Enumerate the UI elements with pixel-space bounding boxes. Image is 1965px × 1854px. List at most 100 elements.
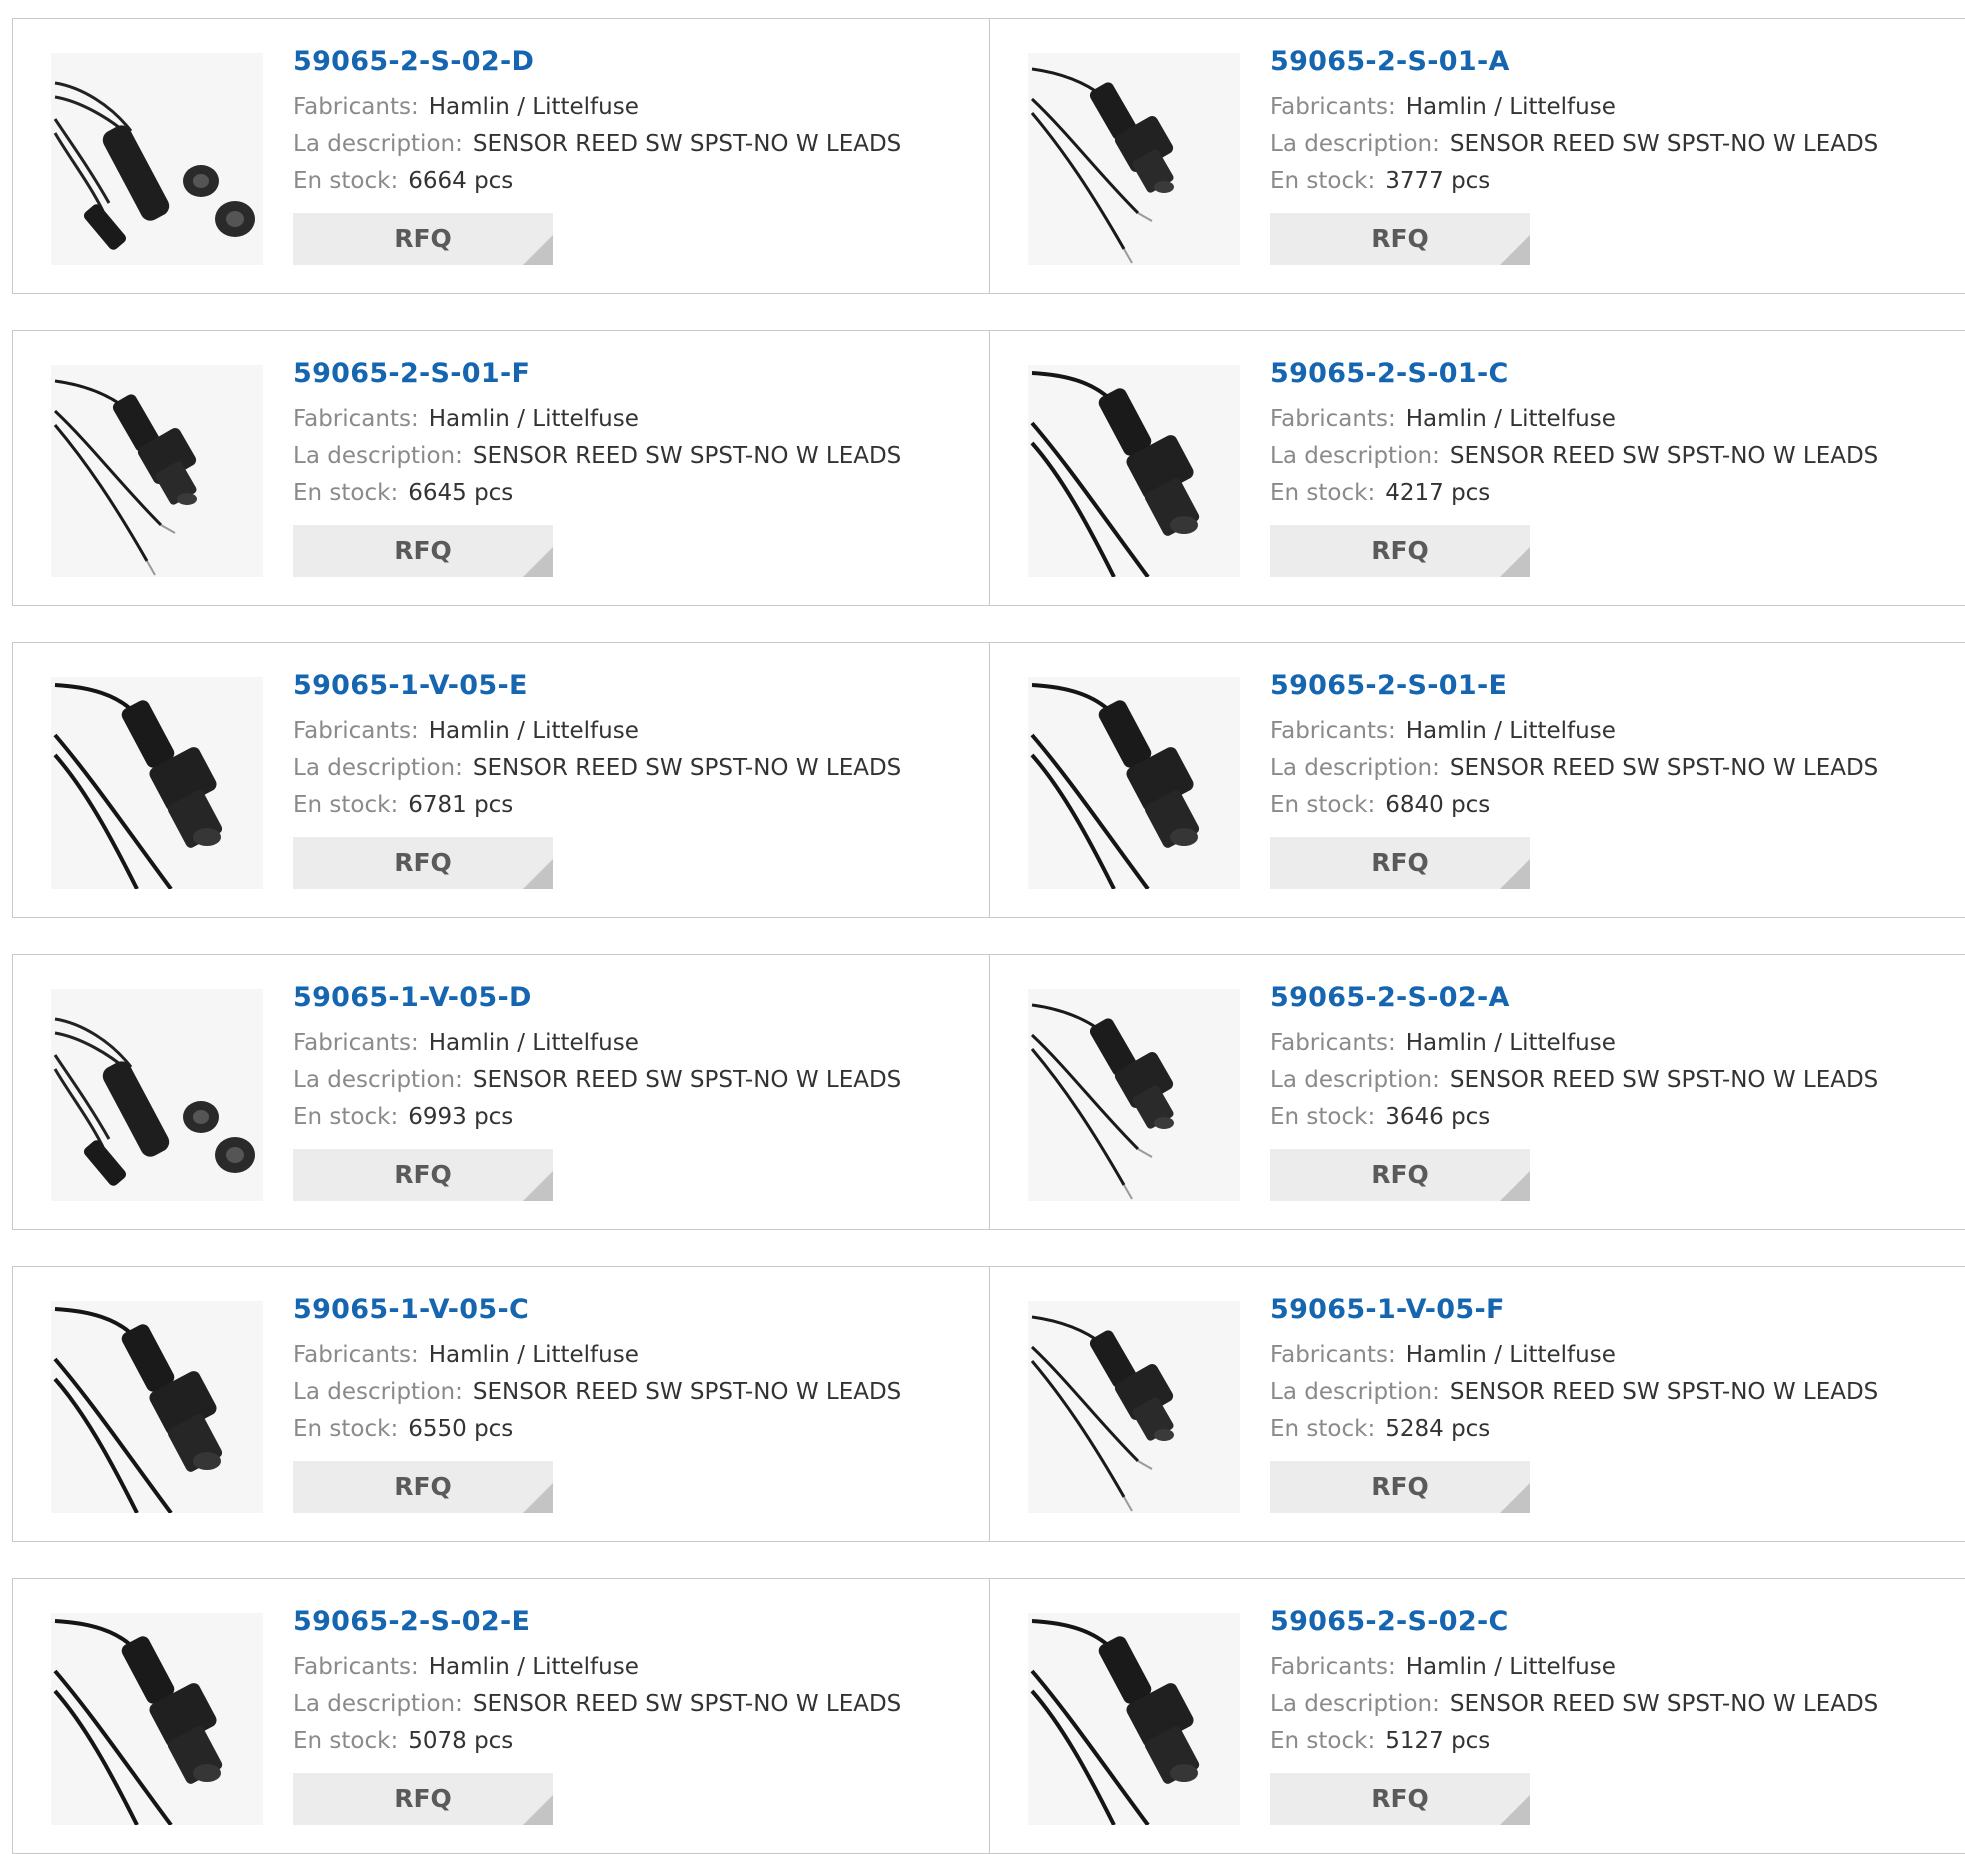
stock-value: 3646 pcs: [1385, 1104, 1491, 1131]
part-number-link[interactable]: 59065-2-S-02-D: [293, 46, 901, 78]
part-number-link[interactable]: 59065-2-S-01-E: [1270, 670, 1878, 702]
stock-label: En stock:: [1270, 792, 1376, 819]
description-value: SENSOR REED SW SPST-NO W LEADS: [472, 443, 902, 470]
description-value: SENSOR REED SW SPST-NO W LEADS: [1449, 755, 1879, 782]
description-label: La description:: [1270, 1067, 1440, 1094]
manufacturer-label: Fabricants:: [1270, 94, 1396, 121]
stock-label: En stock:: [293, 168, 399, 195]
manufacturer-value: Hamlin / Littelfuse: [1405, 94, 1616, 121]
product-image[interactable]: [51, 1613, 263, 1825]
corner-triangle-icon: [523, 1171, 553, 1202]
part-number-link[interactable]: 59065-2-S-02-C: [1270, 1606, 1878, 1638]
description-line: La description: SENSOR REED SW SPST-NO W …: [1270, 1062, 1878, 1099]
rfq-button[interactable]: RFQ: [293, 525, 553, 578]
product-row: 59065-1-V-05-C Fabricants: Hamlin / Litte…: [12, 1266, 1965, 1542]
part-number-link[interactable]: 59065-2-S-01-A: [1270, 46, 1878, 78]
manufacturer-label: Fabricants:: [1270, 1030, 1396, 1057]
rfq-button[interactable]: RFQ: [1270, 213, 1530, 266]
description-label: La description:: [293, 1691, 463, 1718]
manufacturer-value: Hamlin / Littelfuse: [428, 1030, 639, 1057]
description-label: La description:: [1270, 755, 1440, 782]
part-number-link[interactable]: 59065-2-S-02-A: [1270, 982, 1878, 1014]
rfq-label: RFQ: [394, 1472, 452, 1502]
manufacturer-value: Hamlin / Littelfuse: [1405, 1030, 1616, 1057]
stock-line: En stock: 4217 pcs: [1270, 475, 1878, 512]
product-row: 59065-2-S-02-D Fabricants: Hamlin / Litte…: [12, 18, 1965, 294]
product-image[interactable]: [1028, 677, 1240, 889]
description-line: La description: SENSOR REED SW SPST-NO W …: [293, 1062, 901, 1099]
manufacturer-line: Fabricants: Hamlin / Littelfuse: [293, 89, 901, 126]
description-value: SENSOR REED SW SPST-NO W LEADS: [1449, 1067, 1879, 1094]
product-info: 59065-1-V-05-D Fabricants: Hamlin / Litte…: [293, 982, 901, 1202]
description-value: SENSOR REED SW SPST-NO W LEADS: [472, 1067, 902, 1094]
part-number-link[interactable]: 59065-1-V-05-F: [1270, 1294, 1878, 1326]
manufacturer-line: Fabricants: Hamlin / Littelfuse: [293, 1649, 901, 1686]
product-image[interactable]: [1028, 53, 1240, 265]
part-number-link[interactable]: 59065-1-V-05-D: [293, 982, 901, 1014]
part-number-link[interactable]: 59065-2-S-01-F: [293, 358, 901, 390]
rfq-button[interactable]: RFQ: [1270, 837, 1530, 890]
stock-line: En stock: 6645 pcs: [293, 475, 901, 512]
stock-value: 6781 pcs: [408, 792, 514, 819]
product-image[interactable]: [51, 677, 263, 889]
description-value: SENSOR REED SW SPST-NO W LEADS: [472, 131, 902, 158]
manufacturer-line: Fabricants: Hamlin / Littelfuse: [293, 1337, 901, 1374]
rfq-button[interactable]: RFQ: [293, 837, 553, 890]
manufacturer-line: Fabricants: Hamlin / Littelfuse: [1270, 89, 1878, 126]
rfq-button[interactable]: RFQ: [293, 1149, 553, 1202]
corner-triangle-icon: [523, 235, 553, 266]
manufacturer-label: Fabricants:: [293, 94, 419, 121]
stock-line: En stock: 3777 pcs: [1270, 163, 1878, 200]
rfq-button[interactable]: RFQ: [293, 1461, 553, 1514]
product-image[interactable]: [1028, 1613, 1240, 1825]
rfq-label: RFQ: [394, 1160, 452, 1190]
rfq-button[interactable]: RFQ: [1270, 1773, 1530, 1826]
product-info: 59065-2-S-02-D Fabricants: Hamlin / Litte…: [293, 46, 902, 266]
stock-value: 3777 pcs: [1385, 168, 1491, 195]
manufacturer-label: Fabricants:: [1270, 718, 1396, 745]
description-line: La description: SENSOR REED SW SPST-NO W …: [293, 1686, 901, 1723]
stock-value: 5127 pcs: [1385, 1728, 1491, 1755]
manufacturer-value: Hamlin / Littelfuse: [428, 1654, 639, 1681]
stock-label: En stock:: [293, 1104, 399, 1131]
description-line: La description: SENSOR REED SW SPST-NO W …: [1270, 1686, 1878, 1723]
stock-label: En stock:: [1270, 1416, 1376, 1443]
part-number-link[interactable]: 59065-1-V-05-C: [293, 1294, 901, 1326]
manufacturer-line: Fabricants: Hamlin / Littelfuse: [1270, 401, 1878, 438]
stock-value: 6550 pcs: [408, 1416, 514, 1443]
rfq-label: RFQ: [394, 848, 452, 878]
description-line: La description: SENSOR REED SW SPST-NO W …: [293, 750, 901, 787]
description-value: SENSOR REED SW SPST-NO W LEADS: [1449, 1379, 1879, 1406]
rfq-label: RFQ: [394, 1784, 452, 1814]
corner-triangle-icon: [523, 859, 553, 890]
part-number-link[interactable]: 59065-1-V-05-E: [293, 670, 901, 702]
stock-line: En stock: 5078 pcs: [293, 1723, 901, 1760]
rfq-button[interactable]: RFQ: [1270, 525, 1530, 578]
product-image[interactable]: [51, 53, 263, 265]
product-image[interactable]: [51, 365, 263, 577]
manufacturer-line: Fabricants: Hamlin / Littelfuse: [1270, 713, 1878, 750]
product-image[interactable]: [51, 989, 263, 1201]
corner-triangle-icon: [1500, 1483, 1530, 1514]
part-number-link[interactable]: 59065-2-S-02-E: [293, 1606, 901, 1638]
manufacturer-label: Fabricants:: [1270, 1342, 1396, 1369]
stock-value: 4217 pcs: [1385, 480, 1491, 507]
product-info: 59065-1-V-05-F Fabricants: Hamlin / Litte…: [1270, 1294, 1879, 1514]
manufacturer-value: Hamlin / Littelfuse: [428, 406, 639, 433]
rfq-button[interactable]: RFQ: [293, 1773, 553, 1826]
rfq-button[interactable]: RFQ: [293, 213, 553, 266]
product-image[interactable]: [1028, 989, 1240, 1201]
rfq-button[interactable]: RFQ: [1270, 1149, 1530, 1202]
product-image[interactable]: [1028, 1301, 1240, 1513]
manufacturer-label: Fabricants:: [1270, 406, 1396, 433]
part-number-link[interactable]: 59065-2-S-01-C: [1270, 358, 1878, 390]
product-image[interactable]: [51, 1301, 263, 1513]
rfq-button[interactable]: RFQ: [1270, 1461, 1530, 1514]
stock-label: En stock:: [1270, 168, 1376, 195]
manufacturer-line: Fabricants: Hamlin / Littelfuse: [293, 713, 901, 750]
product-row: 59065-1-V-05-D Fabricants: Hamlin / Litte…: [12, 954, 1965, 1230]
manufacturer-label: Fabricants:: [293, 406, 419, 433]
rfq-label: RFQ: [394, 536, 452, 566]
product-image[interactable]: [1028, 365, 1240, 577]
product-info: 59065-2-S-01-A Fabricants: Hamlin / Litte…: [1270, 46, 1878, 266]
